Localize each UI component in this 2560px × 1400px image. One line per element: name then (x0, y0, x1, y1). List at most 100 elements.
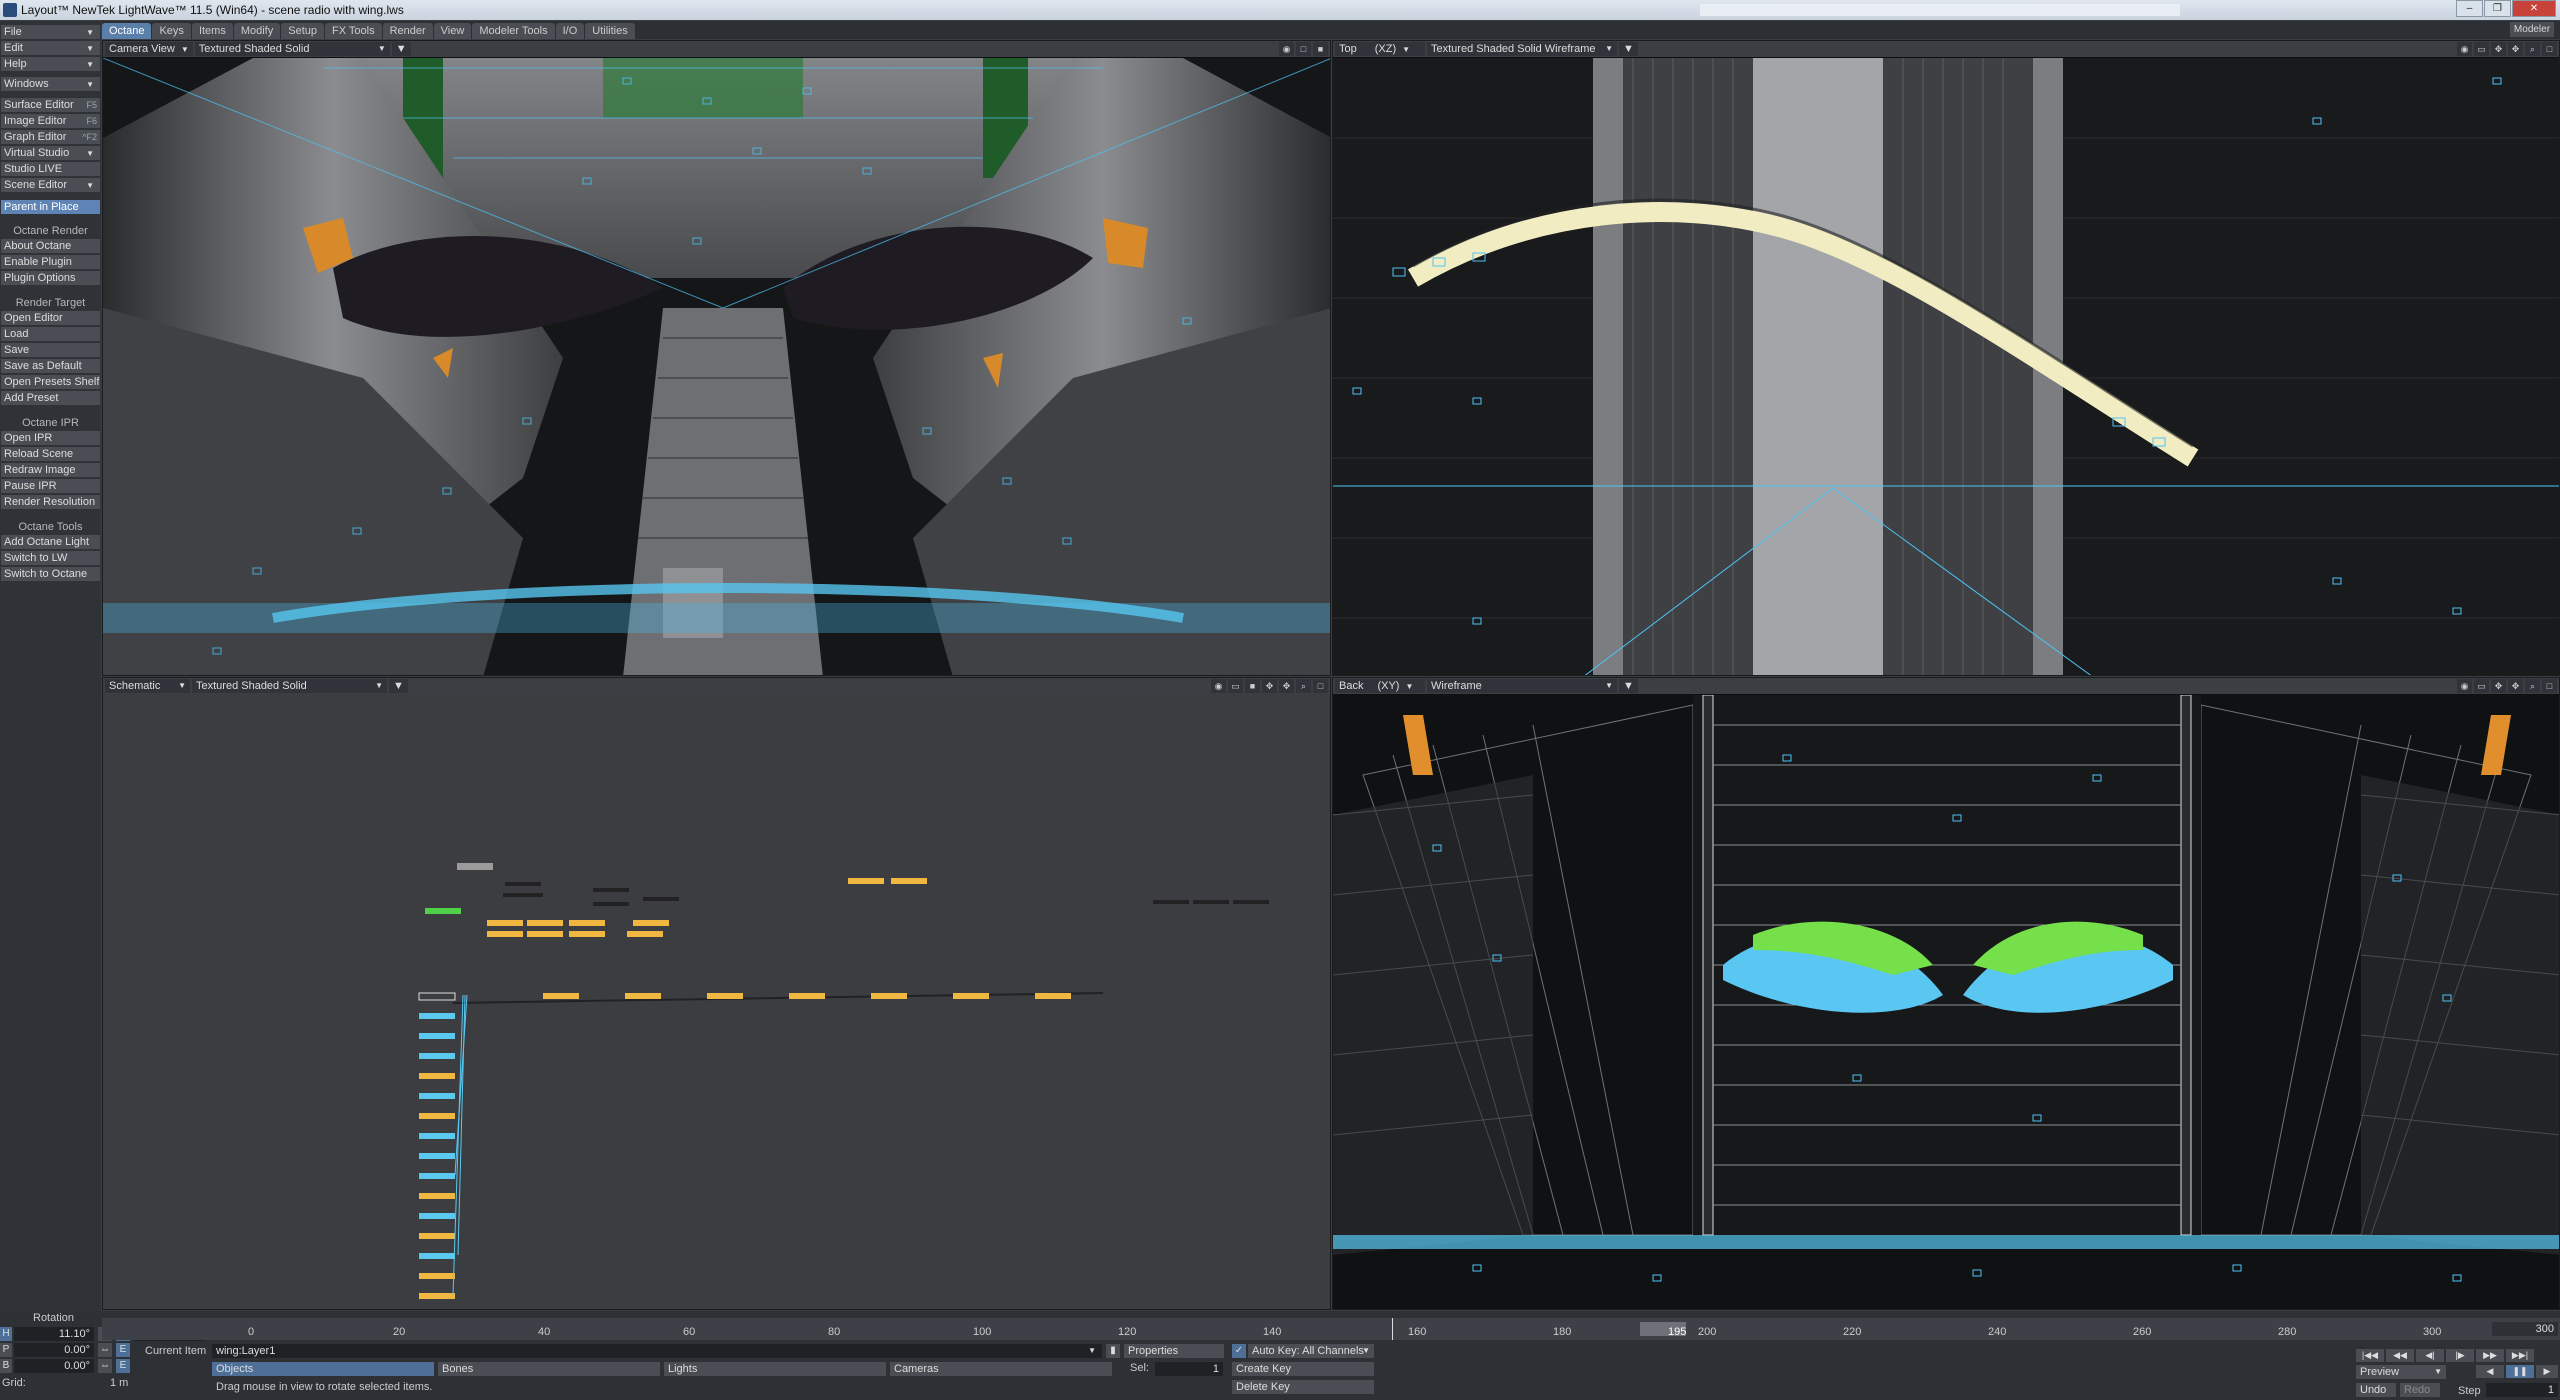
viewport-camera[interactable]: Camera View ▼ Textured Shaded Solid ▼ ▼ ◉ □… (102, 40, 1331, 676)
render-icon[interactable]: ▭ (1228, 679, 1243, 693)
first-frame-button[interactable]: |◀◀ (2356, 1349, 2384, 1362)
end-frame-field[interactable]: 300 (2492, 1322, 2558, 1336)
zoom-icon[interactable]: ⌕ (2525, 679, 2540, 693)
play-button[interactable]: ▶ (2536, 1365, 2558, 1378)
h-value-field[interactable]: 11.10° (14, 1327, 94, 1341)
tab-render[interactable]: Render (382, 23, 433, 39)
graph-editor-button[interactable]: Graph Editor ^F2 (1, 130, 100, 145)
tab-modify[interactable]: Modify (233, 23, 281, 39)
camera-icon[interactable]: ◉ (2457, 679, 2472, 693)
redo-button[interactable]: Redo (2400, 1383, 2440, 1397)
view-type-dropdown[interactable]: Schematic ▼ (105, 679, 190, 693)
surface-editor-button[interactable]: Surface Editor F5 (1, 98, 100, 113)
save-button[interactable]: Save (1, 343, 100, 358)
rotate-view-icon[interactable]: ✥ (2508, 679, 2523, 693)
redraw-image-button[interactable]: Redraw Image (1, 463, 100, 478)
bones-button[interactable]: Bones (438, 1362, 660, 1376)
auto-key-checkbox[interactable]: ✓ (1232, 1344, 1246, 1358)
render-mode-dropdown[interactable]: Textured Shaded Solid ▼ (192, 679, 387, 693)
options-dropdown[interactable]: ▼ (391, 42, 411, 56)
viewport-top[interactable]: Top (XZ) ▼ Textured Shaded Solid Wireframe… (1332, 40, 2560, 676)
play-reverse-button[interactable]: ◀ (2476, 1365, 2504, 1378)
maximize-viewport-icon[interactable]: □ (2542, 42, 2557, 56)
switch-to-lw-button[interactable]: Switch to LW (1, 551, 100, 566)
view-type-dropdown[interactable]: Back (XY) ▼ (1335, 679, 1425, 693)
rotate-view-icon[interactable]: ✥ (2508, 42, 2523, 56)
studio-live-button[interactable]: Studio LIVE (1, 162, 100, 177)
camera-icon[interactable]: ◉ (2457, 42, 2472, 56)
open-presets-shelf-button[interactable]: Open Presets Shelf (1, 375, 100, 390)
close-button[interactable]: ✕ (2512, 0, 2556, 17)
current-item-dropdown[interactable]: wing:Layer1 ▼ (212, 1344, 1102, 1358)
modeler-button[interactable]: Modeler (2510, 22, 2554, 37)
move-view-icon[interactable]: ✥ (1262, 679, 1277, 693)
move-view-icon[interactable]: ✥ (2491, 42, 2506, 56)
scene-editor-button[interactable]: Scene Editor ▼ (1, 178, 100, 193)
tab-utilities[interactable]: Utilities (585, 23, 635, 39)
maximize-button[interactable]: ❐ (2484, 0, 2511, 17)
plugin-options-button[interactable]: Plugin Options (1, 271, 100, 286)
tab-keys[interactable]: Keys (152, 23, 191, 39)
open-ipr-button[interactable]: Open IPR (1, 431, 100, 446)
pause-ipr-button[interactable]: Pause IPR (1, 479, 100, 494)
view-type-dropdown[interactable]: Top (XZ) ▼ (1335, 42, 1425, 56)
maximize-viewport-icon[interactable]: □ (2542, 679, 2557, 693)
render-icon[interactable]: ▭ (2474, 42, 2489, 56)
p-value-field[interactable]: 0.00° (14, 1343, 94, 1357)
options-dropdown[interactable]: ▼ (1619, 679, 1638, 693)
render-mode-dropdown[interactable]: Wireframe ▼ (1427, 679, 1617, 693)
viewport-schematic[interactable]: Schematic ▼ Textured Shaded Solid ▼ ▼ ◉ ▭ ■ ✥… (102, 677, 1331, 1310)
close-viewport-icon[interactable]: ■ (1245, 679, 1260, 693)
tab-modeler-tools[interactable]: Modeler Tools (472, 23, 555, 39)
move-tool-icon[interactable]: ⇔ (98, 1343, 112, 1357)
reload-scene-button[interactable]: Reload Scene (1, 447, 100, 462)
options-dropdown[interactable]: ▼ (1619, 42, 1638, 56)
envelope-e-button[interactable]: E (116, 1359, 130, 1373)
zoom-icon[interactable]: ⌕ (2525, 42, 2540, 56)
move-view-icon[interactable]: ✥ (2491, 679, 2506, 693)
virtual-studio-button[interactable]: Virtual Studio ▼ (1, 146, 100, 161)
rotate-view-icon[interactable]: ✥ (1279, 679, 1294, 693)
help-menu[interactable]: Help ▼ (1, 57, 100, 72)
pause-button[interactable]: ❚❚ (2506, 1365, 2534, 1378)
cameras-button[interactable]: Cameras (890, 1362, 1112, 1376)
view-type-dropdown[interactable]: Camera View ▼ (105, 42, 193, 56)
tab-io[interactable]: I/O (555, 23, 585, 39)
maximize-viewport-icon[interactable]: □ (1296, 42, 1311, 56)
lights-button[interactable]: Lights (664, 1362, 886, 1376)
switch-to-octane-button[interactable]: Switch to Octane (1, 567, 100, 582)
previous-frame-button[interactable]: ◀| (2416, 1349, 2444, 1362)
render-icon[interactable]: ▭ (2474, 679, 2489, 693)
create-key-button[interactable]: Create Key (1232, 1362, 1374, 1376)
add-preset-button[interactable]: Add Preset (1, 391, 100, 406)
tab-fx-tools[interactable]: FX Tools (325, 23, 382, 39)
viewport-back[interactable]: Back (XY) ▼ Wireframe ▼ ▼ ◉ ▭ ✥ ✥ ⌕ □ (1332, 677, 2560, 1310)
item-options-icon[interactable]: ▮ (1106, 1344, 1120, 1358)
b-value-field[interactable]: 0.00° (14, 1359, 94, 1373)
maximize-viewport-icon[interactable]: □ (1313, 679, 1328, 693)
next-frame-button[interactable]: |▶ (2446, 1349, 2474, 1362)
preview-dropdown[interactable]: Preview ▼ (2356, 1365, 2446, 1379)
render-resolution-button[interactable]: Render Resolution (1, 495, 100, 510)
undo-button[interactable]: Undo (2356, 1383, 2396, 1397)
tab-setup[interactable]: Setup (281, 23, 324, 39)
edit-menu[interactable]: Edit ▼ (1, 41, 100, 56)
tab-items[interactable]: Items (191, 23, 233, 39)
close-viewport-icon[interactable]: ■ (1313, 42, 1328, 56)
render-mode-dropdown[interactable]: Textured Shaded Solid Wireframe ▼ (1427, 42, 1617, 56)
envelope-e-button[interactable]: E (116, 1343, 130, 1357)
open-editor-button[interactable]: Open Editor (1, 311, 100, 326)
next-key-button[interactable]: ▶▶ (2476, 1349, 2504, 1362)
about-octane-button[interactable]: About Octane (1, 239, 100, 254)
add-octane-light-button[interactable]: Add Octane Light (1, 535, 100, 550)
frame-slider[interactable]: 0 20 40 60 80 100 120 140 160 180 195 20… (102, 1318, 2560, 1340)
move-tool-icon[interactable]: ⇔ (98, 1359, 112, 1373)
last-frame-button[interactable]: ▶▶| (2506, 1349, 2534, 1362)
properties-button[interactable]: Properties (1124, 1344, 1224, 1358)
render-mode-dropdown[interactable]: Textured Shaded Solid ▼ (194, 42, 390, 56)
tab-view[interactable]: View (433, 23, 472, 39)
objects-button[interactable]: Objects (212, 1362, 434, 1376)
file-menu[interactable]: File ▼ (1, 25, 100, 40)
windows-menu[interactable]: Windows ▼ (1, 77, 100, 92)
camera-icon[interactable]: ◉ (1279, 42, 1294, 56)
